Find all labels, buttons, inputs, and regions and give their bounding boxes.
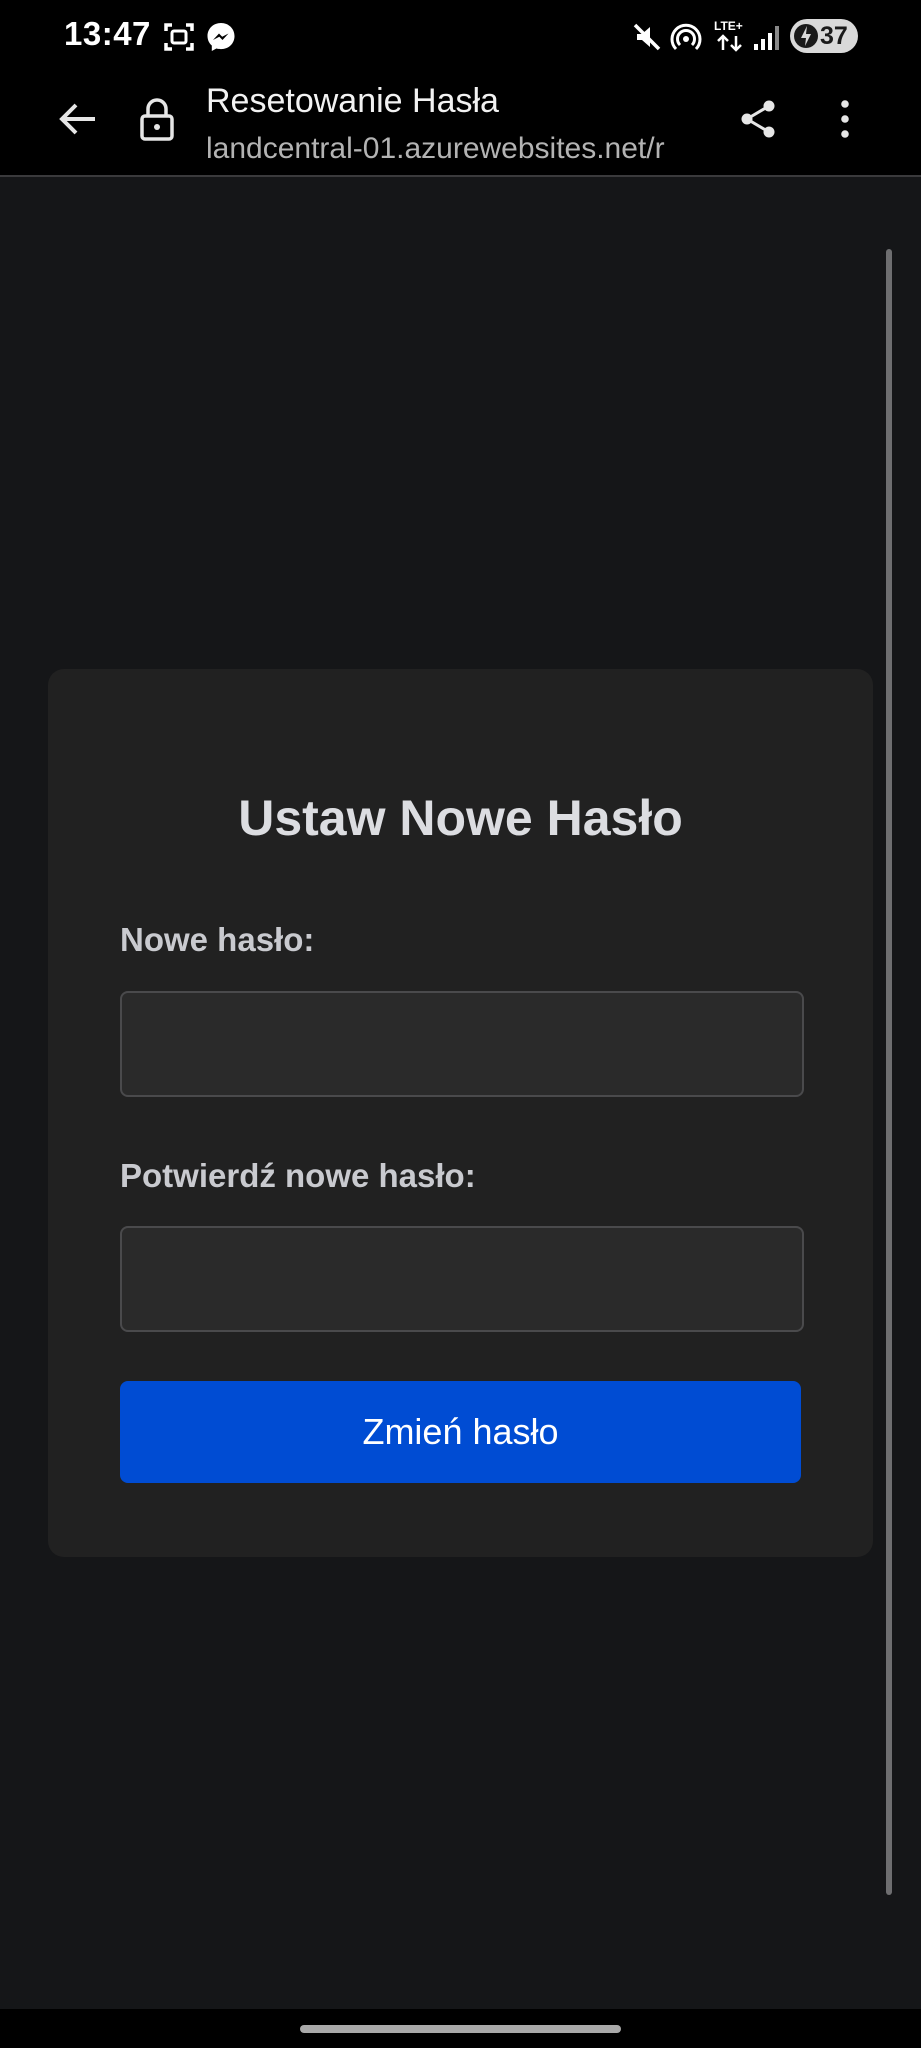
- battery-charging-icon: [794, 22, 818, 55]
- page-title: Resetowanie Hasła: [206, 82, 499, 120]
- system-navigation-bar: [0, 2009, 921, 2048]
- new-password-input[interactable]: [120, 991, 804, 1097]
- share-button[interactable]: [730, 91, 786, 151]
- confirm-password-label: Potwierdź nowe hasło:: [120, 1157, 476, 1194]
- battery-level: 37: [820, 22, 848, 50]
- more-vert-icon: [840, 99, 850, 144]
- hotspot-icon: [670, 22, 702, 59]
- phone-screen: 13:47 LTE+ 37 Resetowanie Hasła landcent…: [0, 0, 921, 2048]
- signal-icon: [752, 24, 780, 57]
- form-heading: Ustaw Nowe Hasło: [238, 790, 683, 846]
- status-time: 13:47: [64, 15, 151, 52]
- messenger-icon: [205, 21, 237, 58]
- page-scrollbar[interactable]: [886, 249, 892, 1895]
- battery-indicator: 37: [790, 19, 858, 53]
- status-bar: 13:47 LTE+ 37: [0, 0, 921, 64]
- lock-icon: [139, 96, 175, 147]
- page-url[interactable]: landcentral-01.azurewebsites.net/r: [206, 132, 700, 166]
- home-gesture-handle[interactable]: [300, 2025, 621, 2033]
- web-content: Ustaw Nowe Hasło Nowe hasło: Potwierdź n…: [0, 179, 921, 2009]
- screenshot-icon: [163, 21, 195, 58]
- reset-password-card: Ustaw Nowe Hasło Nowe hasło: Potwierdź n…: [48, 669, 873, 1557]
- browser-toolbar: Resetowanie Hasła landcentral-01.azurewe…: [0, 64, 921, 177]
- back-button[interactable]: [48, 91, 108, 151]
- change-password-button[interactable]: Zmień hasło: [120, 1381, 801, 1483]
- mute-icon: [632, 22, 662, 57]
- new-password-label: Nowe hasło:: [120, 921, 315, 958]
- network-type-label: LTE+: [714, 19, 743, 33]
- back-arrow-icon: [57, 98, 99, 145]
- lte-icon: LTE+: [714, 18, 748, 59]
- share-icon: [738, 98, 778, 145]
- more-options-button[interactable]: [818, 91, 872, 151]
- site-security-button[interactable]: [130, 93, 184, 149]
- confirm-password-input[interactable]: [120, 1226, 804, 1332]
